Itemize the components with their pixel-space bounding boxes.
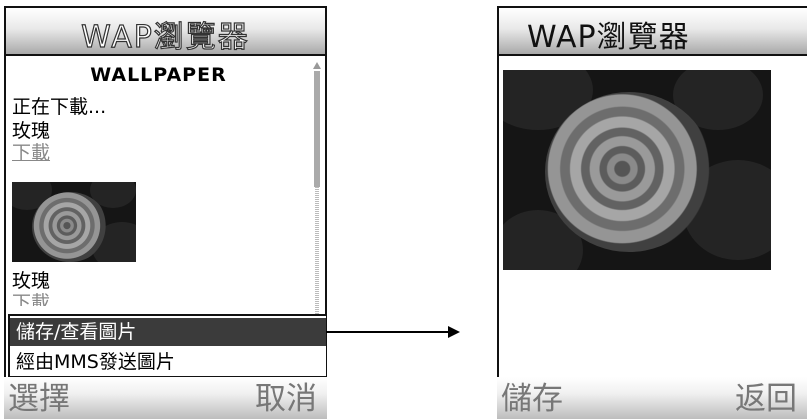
- title-bar: WAP瀏覽器: [497, 6, 807, 56]
- item-name: 玫瑰: [12, 120, 51, 142]
- right-phone-screen: WAP瀏覽器 儲存 返回: [497, 6, 807, 419]
- download-status: 正在下載...: [12, 96, 107, 118]
- scroll-thumb[interactable]: [314, 71, 320, 187]
- softkey-bar: 選擇 取消: [4, 377, 327, 419]
- page-heading: WALLPAPER: [90, 64, 227, 86]
- softkey-save[interactable]: 儲存: [501, 379, 563, 419]
- options-menu: 儲存/查看圖片 經由MMS發送圖片: [8, 314, 327, 378]
- softkey-bar: 儲存 返回: [497, 377, 807, 419]
- rose-image: [503, 70, 771, 270]
- download-link[interactable]: 下載: [12, 292, 50, 306]
- rose-thumbnail[interactable]: [12, 182, 136, 262]
- softkey-select[interactable]: 選擇: [8, 379, 70, 419]
- softkey-back[interactable]: 返回: [735, 379, 797, 419]
- browser-title: WAP瀏覽器: [527, 20, 690, 55]
- item-name: 玫瑰: [12, 270, 51, 292]
- right-arrow-icon: [326, 331, 454, 333]
- menu-item-save-view-picture[interactable]: 儲存/查看圖片: [10, 318, 326, 346]
- image-view-content: [497, 56, 807, 377]
- left-phone-screen: WAP瀏覽器 WALLPAPER 正在下載... 玫瑰 下載 玫瑰 下載 儲存/…: [4, 6, 327, 419]
- download-link[interactable]: 下載: [12, 142, 50, 164]
- scroll-up-arrow-icon[interactable]: [313, 62, 321, 69]
- arrow-head: [448, 326, 460, 338]
- browser-title: WAP瀏覽器: [81, 19, 250, 55]
- title-bar: WAP瀏覽器: [4, 6, 327, 56]
- softkey-cancel[interactable]: 取消: [255, 379, 317, 419]
- menu-item-send-via-mms[interactable]: 經由MMS發送圖片: [10, 348, 326, 376]
